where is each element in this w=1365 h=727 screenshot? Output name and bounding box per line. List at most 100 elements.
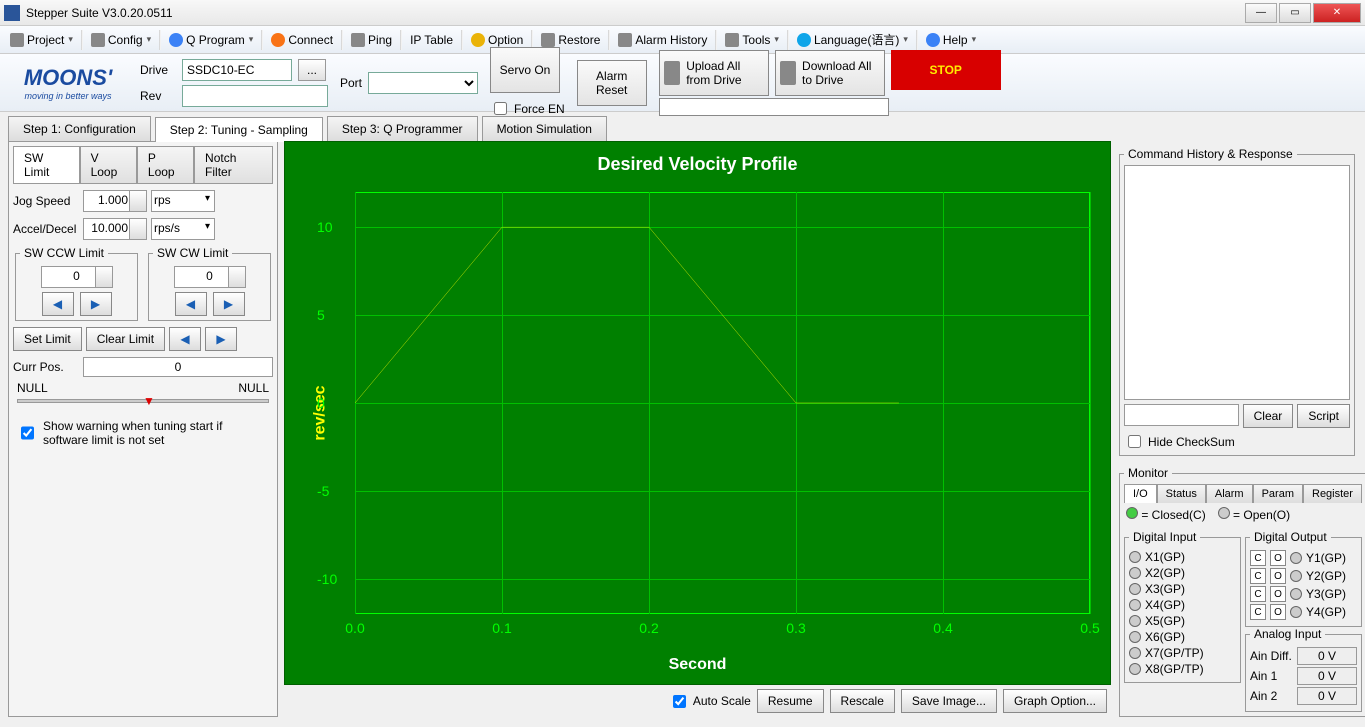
upload-all-button[interactable]: Upload All from Drive: [659, 50, 769, 96]
tab-step3[interactable]: Step 3: Q Programmer: [327, 116, 478, 141]
drive-label: Drive: [140, 63, 176, 77]
digital-input-row: X7(GP/TP): [1129, 646, 1236, 660]
tab-step2[interactable]: Step 2: Tuning - Sampling: [155, 117, 323, 142]
cw-left-button[interactable]: ◀: [175, 292, 207, 316]
subtab-ploop[interactable]: P Loop: [137, 146, 194, 183]
port-select[interactable]: [368, 72, 478, 94]
ytick: 5: [317, 307, 325, 323]
ping-icon: [351, 33, 365, 47]
subtab-swlimit[interactable]: SW Limit: [13, 146, 80, 183]
monitor-tab-io[interactable]: I/O: [1124, 484, 1157, 503]
chart-title: Desired Velocity Profile: [285, 154, 1110, 175]
restore-icon: [541, 33, 555, 47]
servo-on-button[interactable]: Servo On: [490, 47, 560, 93]
monitor-tab-register[interactable]: Register: [1303, 484, 1362, 503]
connect-icon: [271, 33, 285, 47]
cw-limit-input[interactable]: 0: [174, 266, 246, 288]
led-open-icon: [1218, 507, 1230, 519]
digital-output-group: Digital Output COY1(GP)COY2(GP)COY3(GP)C…: [1245, 530, 1362, 627]
port-label: Port: [340, 76, 362, 90]
ytick: 10: [317, 219, 333, 235]
digital-input-group: Digital Input X1(GP)X2(GP)X3(GP)X4(GP)X5…: [1124, 530, 1241, 683]
menu-language[interactable]: Language(语言): [791, 28, 914, 51]
jog-speed-unit[interactable]: rps: [151, 190, 215, 212]
subtab-vloop[interactable]: V Loop: [80, 146, 137, 183]
digital-output-row: COY4(GP): [1250, 604, 1357, 620]
output-led-icon: [1290, 606, 1302, 618]
xtick: 0.0: [345, 620, 364, 636]
accel-input[interactable]: 10.000: [83, 218, 147, 240]
currpos-value: 0: [83, 357, 273, 377]
tab-step1[interactable]: Step 1: Configuration: [8, 116, 151, 141]
alarm-reset-button[interactable]: Alarm Reset: [577, 60, 647, 106]
rescale-button[interactable]: Rescale: [830, 689, 895, 713]
output-c-button[interactable]: C: [1250, 604, 1266, 620]
position-slider[interactable]: ▼: [17, 399, 269, 403]
warn-checkbox[interactable]: [21, 422, 34, 444]
autoscale-checkbox[interactable]: Auto Scale: [669, 692, 751, 711]
output-c-button[interactable]: C: [1250, 568, 1266, 584]
menu-qprogram[interactable]: Q Program: [163, 30, 259, 50]
menu-config[interactable]: Config: [85, 30, 157, 50]
subtab-notch[interactable]: Notch Filter: [194, 146, 273, 183]
output-c-button[interactable]: C: [1250, 550, 1266, 566]
clear-limit-button[interactable]: Clear Limit: [86, 327, 165, 351]
maximize-button[interactable]: ▭: [1279, 3, 1311, 23]
close-button[interactable]: ✕: [1313, 3, 1361, 23]
input-led-icon: [1129, 551, 1141, 563]
step-tabs: Step 1: Configuration Step 2: Tuning - S…: [0, 112, 1365, 141]
monitor-tab-param[interactable]: Param: [1253, 484, 1303, 503]
logo-text: MOONS': [24, 65, 112, 91]
output-o-button[interactable]: O: [1270, 550, 1286, 566]
logo: MOONS' moving in better ways: [8, 65, 128, 101]
menu-alarmhistory[interactable]: Alarm History: [612, 30, 713, 50]
output-o-button[interactable]: O: [1270, 604, 1286, 620]
ccw-right-button[interactable]: ▶: [80, 292, 112, 316]
help-icon: [926, 33, 940, 47]
drive-field[interactable]: [182, 59, 292, 81]
menu-help[interactable]: Help: [920, 30, 982, 50]
rev-label: Rev: [140, 89, 176, 103]
resume-button[interactable]: Resume: [757, 689, 824, 713]
menu-tools[interactable]: Tools: [719, 30, 785, 50]
menu-iptable[interactable]: IP Table: [404, 30, 459, 50]
ccw-limit-input[interactable]: 0: [41, 266, 113, 288]
menu-project[interactable]: Project: [4, 30, 79, 50]
rev-field[interactable]: [182, 85, 328, 107]
menu-connect[interactable]: Connect: [265, 30, 339, 50]
download-all-button[interactable]: Download All to Drive: [775, 50, 885, 96]
null-left: NULL: [17, 381, 48, 395]
set-limit-button[interactable]: Set Limit: [13, 327, 82, 351]
clear-log-button[interactable]: Clear: [1243, 404, 1294, 428]
tab-motion-sim[interactable]: Motion Simulation: [482, 116, 607, 141]
monitor-tab-status[interactable]: Status: [1157, 484, 1206, 503]
save-image-button[interactable]: Save Image...: [901, 689, 997, 713]
cw-right-button[interactable]: ▶: [213, 292, 245, 316]
output-o-button[interactable]: O: [1270, 568, 1286, 584]
graph-option-button[interactable]: Graph Option...: [1003, 689, 1107, 713]
output-c-button[interactable]: C: [1250, 586, 1266, 602]
hide-checksum-checkbox[interactable]: Hide CheckSum: [1124, 432, 1350, 451]
nav-left-button[interactable]: ◀: [169, 327, 201, 351]
input-led-icon: [1129, 631, 1141, 643]
ccw-left-button[interactable]: ◀: [42, 292, 74, 316]
nav-right-button[interactable]: ▶: [205, 327, 237, 351]
command-log[interactable]: [1124, 165, 1350, 400]
cw-limit-group: SW CW Limit 0 ◀ ▶: [148, 246, 271, 321]
minimize-button[interactable]: —: [1245, 3, 1277, 23]
digital-input-row: X5(GP): [1129, 614, 1236, 628]
chart-plot: 0.00.10.20.30.40.5-10-50510: [355, 192, 1090, 614]
accel-unit[interactable]: rps/s: [151, 218, 215, 240]
output-o-button[interactable]: O: [1270, 586, 1286, 602]
monitor-group: Monitor I/O Status Alarm Param Register …: [1119, 466, 1365, 717]
command-input[interactable]: [1124, 404, 1239, 426]
jog-speed-input[interactable]: 1.000: [83, 190, 147, 212]
input-led-icon: [1129, 647, 1141, 659]
titlebar: Stepper Suite V3.0.20.0511 — ▭ ✕: [0, 0, 1365, 26]
menu-ping[interactable]: Ping: [345, 30, 398, 50]
drive-browse-button[interactable]: ...: [298, 59, 326, 81]
script-button[interactable]: Script: [1297, 404, 1350, 428]
stop-button[interactable]: STOP: [891, 50, 1001, 90]
digital-input-row: X8(GP/TP): [1129, 662, 1236, 676]
monitor-tab-alarm[interactable]: Alarm: [1206, 484, 1253, 503]
